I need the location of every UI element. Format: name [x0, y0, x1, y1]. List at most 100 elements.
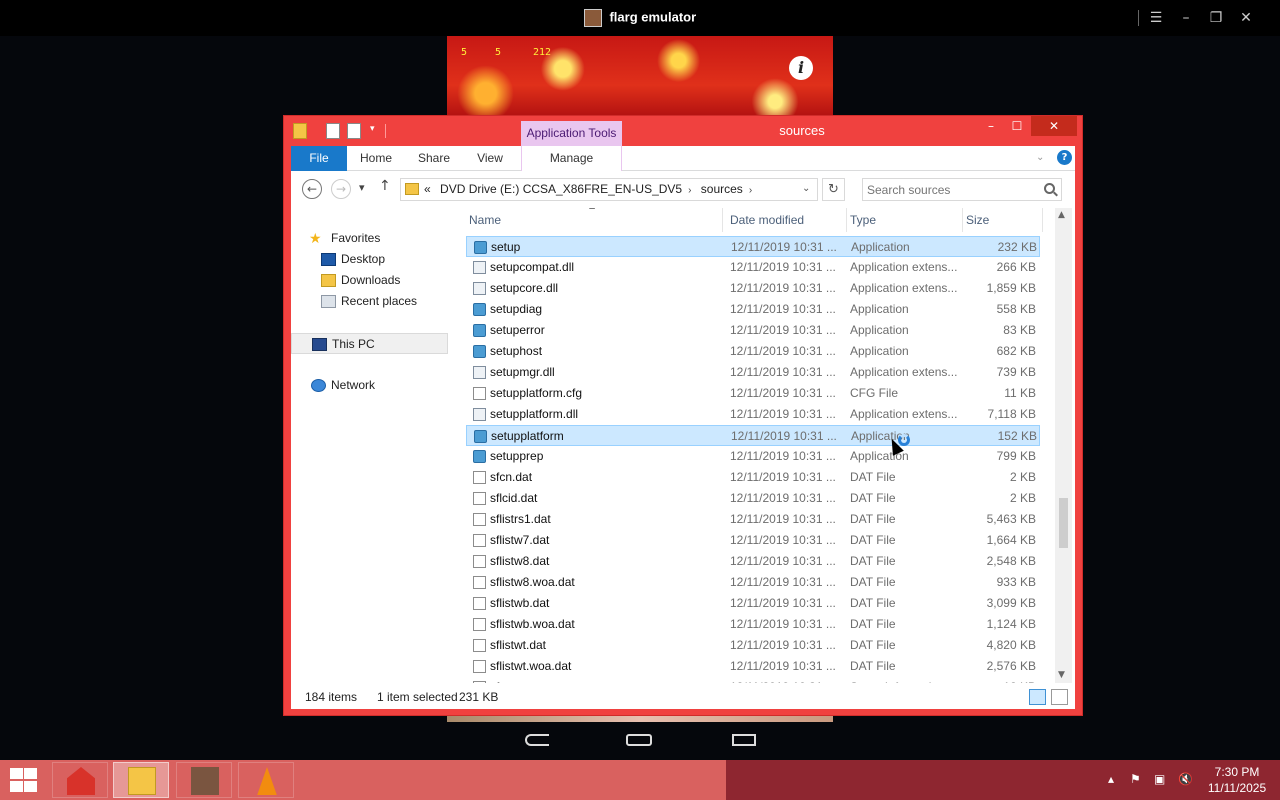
file-row[interactable]: setup 12/11/2019 10:31 ... Application 232 …: [466, 236, 1040, 257]
scroll-up-icon[interactable]: ▲: [1058, 210, 1065, 220]
tab-home[interactable]: Home: [355, 146, 397, 171]
file-row[interactable]: setuphost 12/11/2019 10:31 ... Application…: [466, 341, 1040, 362]
file-row[interactable]: setupplatform.dll 12/11/2019 10:31 ... App…: [466, 404, 1040, 425]
network-status-icon[interactable]: ▣: [1154, 772, 1165, 786]
large-icons-view-icon[interactable]: [1051, 689, 1068, 705]
breadcrumb-overflow[interactable]: «: [424, 182, 431, 196]
help-icon[interactable]: ?: [1057, 150, 1072, 165]
vertical-scrollbar[interactable]: ▲ ▼: [1055, 208, 1072, 683]
scrollbar-thumb[interactable]: [1059, 498, 1068, 548]
file-row[interactable]: sflistrs1.dat 12/11/2019 10:31 ... DAT Fil…: [466, 509, 1040, 530]
column-header-name[interactable]: Name: [466, 208, 723, 232]
window-maximize-button[interactable]: ☐: [1008, 116, 1026, 136]
back-button[interactable]: ←: [302, 179, 322, 199]
chevron-right-icon[interactable]: ›: [749, 185, 752, 196]
file-name: setupcore.dll: [490, 281, 559, 295]
breadcrumb-sources[interactable]: sources: [701, 182, 743, 196]
recent-locations-icon[interactable]: ▾: [359, 181, 365, 194]
search-icon[interactable]: [1044, 183, 1055, 194]
search-input[interactable]: [867, 181, 1037, 198]
file-name: setuperror: [490, 323, 545, 337]
up-button[interactable]: ↑: [379, 178, 391, 194]
titlebar-separator: [1138, 10, 1139, 26]
file-row[interactable]: sflistw8.dat 12/11/2019 10:31 ... DAT File…: [466, 551, 1040, 572]
file-row[interactable]: sflistwb.dat 12/11/2019 10:31 ... DAT File…: [466, 593, 1040, 614]
file-name: setupplatform.dll: [490, 407, 579, 421]
nav-item-recent-places[interactable]: Recent places: [291, 291, 448, 312]
file-row[interactable]: sflistw8.woa.dat 12/11/2019 10:31 ... DAT …: [466, 572, 1040, 593]
file-icon: [473, 597, 486, 610]
tab-view[interactable]: View: [469, 146, 511, 171]
file-row[interactable]: sfcn.dat 12/11/2019 10:31 ... DAT File 2 KB: [466, 467, 1040, 488]
nav-item-desktop[interactable]: Desktop: [291, 249, 448, 270]
file-row[interactable]: sflcid.dat 12/11/2019 10:31 ... DAT File 2 …: [466, 488, 1040, 509]
taskbar-app-file-explorer[interactable]: [113, 762, 169, 798]
tab-file[interactable]: File: [291, 146, 347, 171]
qat-dropdown-icon[interactable]: ▾: [370, 124, 375, 134]
file-row[interactable]: setupdiag 12/11/2019 10:31 ... Application…: [466, 299, 1040, 320]
android-home-icon[interactable]: [626, 734, 652, 746]
file-size: 1,124 KB: [986, 617, 1036, 631]
tab-manage[interactable]: Manage: [521, 146, 622, 171]
properties-icon[interactable]: [326, 123, 340, 139]
file-row[interactable]: sfpat 12/11/2019 10:31 ... Setup Informati…: [466, 677, 1040, 683]
show-hidden-icons-icon[interactable]: ▴: [1108, 772, 1114, 786]
chevron-right-icon[interactable]: ›: [688, 185, 691, 196]
file-row[interactable]: sflistwt.woa.dat 12/11/2019 10:31 ... DAT …: [466, 656, 1040, 677]
file-row[interactable]: sflistwt.dat 12/11/2019 10:31 ... DAT File…: [466, 635, 1040, 656]
taskbar-app-emulator[interactable]: [176, 762, 232, 798]
nav-item-network[interactable]: Network: [291, 375, 448, 396]
nav-item-this-pc[interactable]: This PC: [291, 333, 448, 354]
file-row[interactable]: setupplatform 12/11/2019 10:31 ... Applica…: [466, 425, 1040, 446]
minimize-icon[interactable]: –: [1176, 8, 1196, 28]
taskbar-app-vlc[interactable]: [238, 762, 294, 798]
file-row[interactable]: setupprep 12/11/2019 10:31 ... Application…: [466, 446, 1040, 467]
desktop-icon: [321, 253, 336, 266]
new-folder-icon[interactable]: [347, 123, 361, 139]
selection-count: 1 item selected: [377, 690, 458, 704]
breadcrumb-dvd-drive[interactable]: DVD Drive (E:) CCSA_X86FRE_EN-US_DV5: [440, 182, 682, 196]
column-header-type[interactable]: Type: [847, 208, 963, 232]
emulator-title-text: flarg emulator: [609, 9, 697, 25]
android-back-icon[interactable]: [525, 734, 549, 746]
refresh-button[interactable]: ↻: [822, 178, 845, 201]
nav-item-downloads[interactable]: Downloads: [291, 270, 448, 291]
file-row[interactable]: setuperror 12/11/2019 10:31 ... Applicatio…: [466, 320, 1040, 341]
column-header-date[interactable]: Date modified: [727, 208, 847, 232]
file-row[interactable]: setupcore.dll 12/11/2019 10:31 ... Applica…: [466, 278, 1040, 299]
window-close-button[interactable]: ✕: [1031, 116, 1077, 136]
start-button[interactable]: [8, 768, 38, 792]
system-clock[interactable]: 7:30 PM 11/11/2025: [1200, 764, 1274, 796]
file-icon: [473, 513, 486, 526]
file-type: DAT File: [850, 491, 896, 505]
file-row[interactable]: setupplatform.cfg 12/11/2019 10:31 ... CFG…: [466, 383, 1040, 404]
close-icon[interactable]: ✕: [1236, 8, 1256, 28]
dll-icon: [473, 408, 486, 421]
file-row[interactable]: sflistwb.woa.dat 12/11/2019 10:31 ... DAT …: [466, 614, 1040, 635]
taskbar-app-toolbox[interactable]: [52, 762, 108, 798]
expand-ribbon-icon[interactable]: ⌄: [1036, 152, 1044, 163]
menu-icon[interactable]: ☰: [1146, 8, 1166, 28]
action-center-flag-icon[interactable]: ⚑: [1130, 772, 1141, 786]
column-header-size[interactable]: Size: [963, 208, 1043, 232]
tab-share[interactable]: Share: [413, 146, 455, 171]
file-row[interactable]: setupmgr.dll 12/11/2019 10:31 ... Applicat…: [466, 362, 1040, 383]
file-icon: [473, 492, 486, 505]
file-name: setupcompat.dll: [490, 260, 575, 274]
address-history-icon[interactable]: ⌄: [802, 183, 810, 194]
window-titlebar[interactable]: ▾ Application Tools sources – ☐ ✕: [284, 116, 1082, 146]
window-minimize-button[interactable]: –: [982, 116, 1000, 136]
details-view-icon[interactable]: [1029, 689, 1046, 705]
restore-icon[interactable]: ❐: [1206, 8, 1226, 28]
file-row[interactable]: setupcompat.dll 12/11/2019 10:31 ... Appli…: [466, 257, 1040, 278]
volume-muted-icon[interactable]: 🔇: [1178, 772, 1193, 786]
file-row[interactable]: sflistw7.dat 12/11/2019 10:31 ... DAT File…: [466, 530, 1040, 551]
file-date: 12/11/2019 10:31 ...: [730, 554, 836, 568]
info-icon[interactable]: i: [789, 56, 813, 80]
android-recents-icon[interactable]: [732, 734, 756, 746]
address-bar[interactable]: « DVD Drive (E:) CCSA_X86FRE_EN-US_DV5 › …: [400, 178, 818, 201]
scroll-down-icon[interactable]: ▼: [1058, 670, 1065, 680]
nav-item-favorites[interactable]: ★ Favorites: [291, 228, 448, 249]
forward-button[interactable]: →: [331, 179, 351, 199]
emulator-logo-icon: [583, 9, 602, 27]
